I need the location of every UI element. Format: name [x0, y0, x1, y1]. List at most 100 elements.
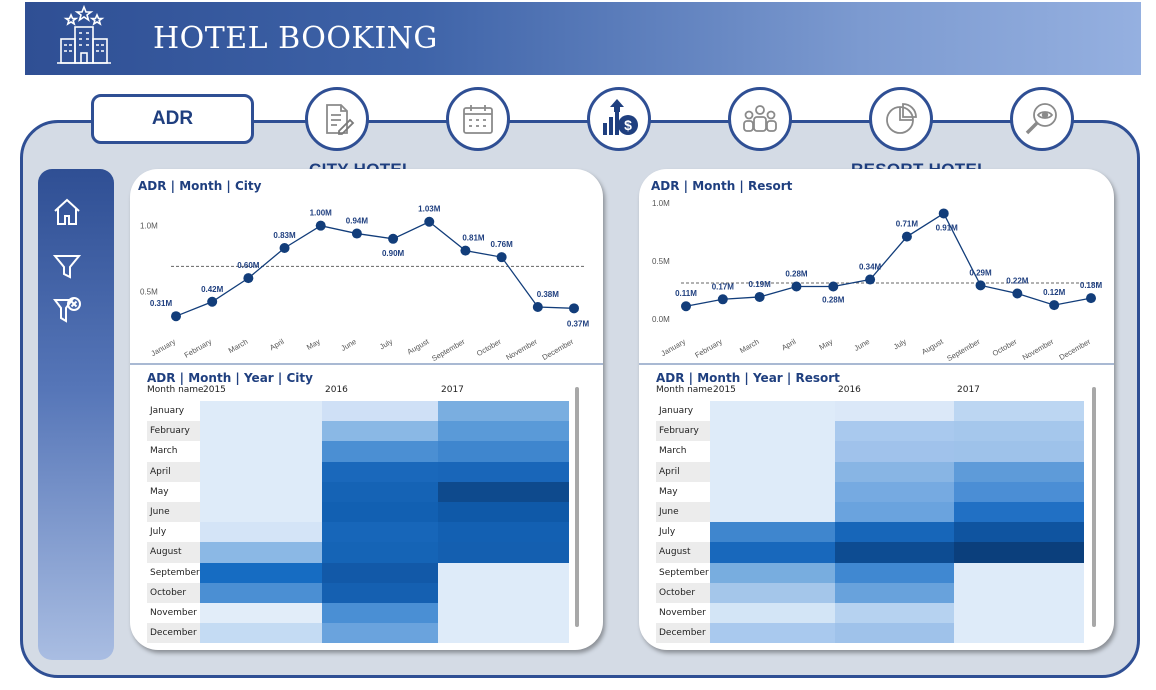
heatmap-cell[interactable] — [322, 562, 438, 583]
heatmap-cell[interactable] — [710, 441, 835, 462]
heatmap-cell[interactable] — [200, 562, 322, 583]
data-point[interactable] — [754, 291, 765, 302]
clear-filter-icon[interactable] — [52, 295, 82, 325]
heatmap-cell[interactable] — [954, 582, 1084, 603]
heatmap-cell[interactable] — [835, 582, 954, 603]
heatmap-cell[interactable] — [954, 481, 1084, 502]
heatmap-cell[interactable] — [322, 401, 438, 422]
heatmap-cell[interactable] — [200, 401, 322, 422]
heatmap-cell[interactable] — [200, 502, 322, 523]
heatmap-cell[interactable] — [200, 461, 322, 482]
heatmap-cell[interactable] — [322, 522, 438, 543]
tab-adr[interactable]: ADR — [91, 94, 254, 144]
data-point[interactable] — [681, 301, 691, 312]
heatmap-cell[interactable] — [438, 461, 569, 482]
nav-pie[interactable] — [869, 87, 933, 151]
heatmap-cell[interactable] — [200, 623, 322, 644]
heatmap-cell[interactable] — [438, 502, 569, 523]
heatmap-cell[interactable] — [200, 481, 322, 502]
heatmap-cell[interactable] — [954, 401, 1084, 422]
data-point[interactable] — [279, 242, 290, 253]
heatmap-cell[interactable] — [438, 481, 569, 502]
heatmap-cell[interactable] — [438, 401, 569, 422]
data-point[interactable] — [901, 231, 912, 242]
data-point[interactable] — [791, 281, 802, 292]
heatmap-cell[interactable] — [322, 461, 438, 482]
heatmap-cell[interactable] — [322, 421, 438, 442]
heatmap-cell[interactable] — [954, 461, 1084, 482]
heatmap-cell[interactable] — [835, 542, 954, 563]
heatmap-cell[interactable] — [954, 562, 1084, 583]
heatmap-cell[interactable] — [835, 461, 954, 482]
heatmap-cell[interactable] — [835, 401, 954, 422]
heatmap-cell[interactable] — [710, 481, 835, 502]
heatmap-cell[interactable] — [200, 522, 322, 543]
data-point[interactable] — [207, 296, 218, 307]
heatmap-cell[interactable] — [438, 542, 569, 563]
nav-search[interactable] — [1010, 87, 1074, 151]
data-point[interactable] — [171, 311, 181, 322]
heatmap-cell[interactable] — [710, 623, 835, 644]
data-point[interactable] — [828, 281, 839, 292]
heatmap-cell[interactable] — [710, 461, 835, 482]
nav-revenue[interactable]: $ — [587, 87, 651, 151]
heatmap-cell[interactable] — [954, 603, 1084, 624]
heatmap-cell[interactable] — [835, 562, 954, 583]
data-point[interactable] — [1049, 300, 1060, 311]
heatmap-cell[interactable] — [835, 421, 954, 442]
heatmap-cell[interactable] — [322, 582, 438, 603]
heatmap-cell[interactable] — [200, 441, 322, 462]
data-point[interactable] — [460, 245, 471, 256]
data-point[interactable] — [1012, 288, 1023, 299]
data-point[interactable] — [865, 274, 876, 285]
heatmap-cell[interactable] — [710, 401, 835, 422]
heatmap-cell[interactable] — [954, 542, 1084, 563]
heatmap-cell[interactable] — [710, 522, 835, 543]
heatmap-cell[interactable] — [710, 562, 835, 583]
heatmap-cell[interactable] — [200, 542, 322, 563]
city-heatmap-scrollbar[interactable] — [575, 387, 579, 627]
heatmap-cell[interactable] — [954, 522, 1084, 543]
data-point[interactable] — [1086, 293, 1096, 304]
heatmap-cell[interactable] — [322, 542, 438, 563]
heatmap-cell[interactable] — [438, 582, 569, 603]
heatmap-cell[interactable] — [835, 481, 954, 502]
heatmap-cell[interactable] — [710, 603, 835, 624]
data-point[interactable] — [717, 294, 728, 305]
heatmap-cell[interactable] — [322, 441, 438, 462]
heatmap-cell[interactable] — [438, 441, 569, 462]
data-point[interactable] — [496, 252, 507, 263]
heatmap-cell[interactable] — [954, 441, 1084, 462]
heatmap-cell[interactable] — [835, 603, 954, 624]
heatmap-cell[interactable] — [710, 502, 835, 523]
heatmap-cell[interactable] — [200, 421, 322, 442]
data-point[interactable] — [351, 228, 362, 239]
nav-document[interactable] — [305, 87, 369, 151]
heatmap-cell[interactable] — [835, 522, 954, 543]
heatmap-cell[interactable] — [322, 481, 438, 502]
nav-customers[interactable] — [728, 87, 792, 151]
heatmap-cell[interactable] — [322, 623, 438, 644]
data-point[interactable] — [569, 303, 579, 314]
heatmap-cell[interactable] — [438, 562, 569, 583]
data-point[interactable] — [424, 216, 435, 227]
heatmap-cell[interactable] — [835, 441, 954, 462]
heatmap-cell[interactable] — [835, 502, 954, 523]
data-point[interactable] — [938, 208, 949, 219]
heatmap-cell[interactable] — [710, 421, 835, 442]
nav-calendar[interactable] — [446, 87, 510, 151]
heatmap-cell[interactable] — [835, 623, 954, 644]
heatmap-cell[interactable] — [438, 603, 569, 624]
heatmap-cell[interactable] — [438, 522, 569, 543]
data-point[interactable] — [532, 302, 543, 313]
heatmap-cell[interactable] — [954, 623, 1084, 644]
data-point[interactable] — [388, 233, 399, 244]
resort-heatmap-scrollbar[interactable] — [1092, 387, 1096, 627]
heatmap-cell[interactable] — [322, 502, 438, 523]
heatmap-cell[interactable] — [710, 542, 835, 563]
data-point[interactable] — [975, 280, 986, 291]
heatmap-cell[interactable] — [322, 603, 438, 624]
heatmap-cell[interactable] — [200, 582, 322, 603]
heatmap-cell[interactable] — [710, 582, 835, 603]
heatmap-cell[interactable] — [954, 502, 1084, 523]
